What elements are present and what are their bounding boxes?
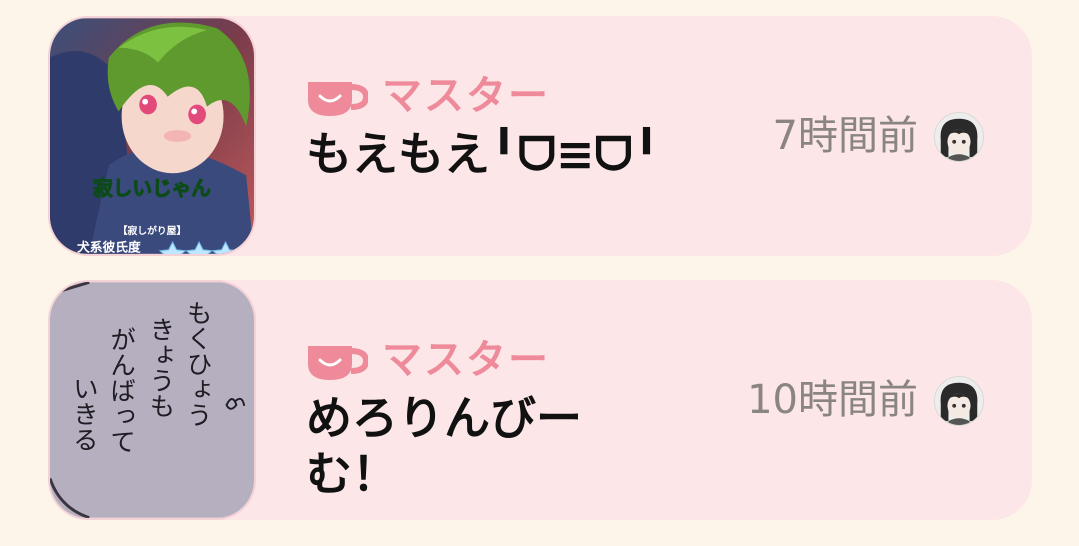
timestamp: 10時間前 xyxy=(747,377,918,423)
svg-text:がんばって: がんばって xyxy=(106,326,136,454)
svg-text:【寂しがり屋】: 【寂しがり屋】 xyxy=(118,224,187,237)
user-avatar[interactable] xyxy=(934,112,984,162)
svg-text:もくひょう: もくひょう xyxy=(182,300,212,428)
anime-character-image: 寂しいじゃん 【寂しがり屋】 犬系彼氏度 xyxy=(50,18,254,254)
notification-screen: { "accent_color": "#ee8a99", "card_color… xyxy=(0,0,1079,546)
coffee-cup-icon xyxy=(306,78,368,118)
notification-thumbnail[interactable]: もくひょう きょうも がんばって いきる xyxy=(48,280,256,520)
notification-message: めろりんびー む！ xyxy=(306,391,582,501)
sender-name: マスター xyxy=(382,73,550,119)
sender-name: マスター xyxy=(382,337,550,383)
notification-thumbnail[interactable]: 寂しいじゃん 【寂しがり屋】 犬系彼氏度 xyxy=(48,16,256,256)
notification-card[interactable]: もくひょう きょうも がんばって いきる マスター めろりんびー む！ 10時間… xyxy=(48,280,1032,520)
timestamp: 7時間前 xyxy=(772,113,918,159)
notification-message: もえもえ╹ᗜ≡ᗜ╹ xyxy=(306,127,661,181)
svg-text:きょうも: きょうも xyxy=(145,317,175,419)
svg-text:寂しいじゃん: 寂しいじゃん xyxy=(93,177,211,200)
notification-card[interactable]: 寂しいじゃん 【寂しがり屋】 犬系彼氏度 マスター もえもえ╹ᗜ≡ᗜ╹ 7時間前 xyxy=(48,16,1032,256)
svg-text:犬系彼氏度: 犬系彼氏度 xyxy=(77,240,141,254)
svg-text:いきる: いきる xyxy=(68,375,98,452)
coffee-cup-icon xyxy=(306,342,368,382)
user-avatar[interactable] xyxy=(934,376,984,426)
handwritten-note-image: もくひょう きょうも がんばって いきる xyxy=(50,282,254,518)
